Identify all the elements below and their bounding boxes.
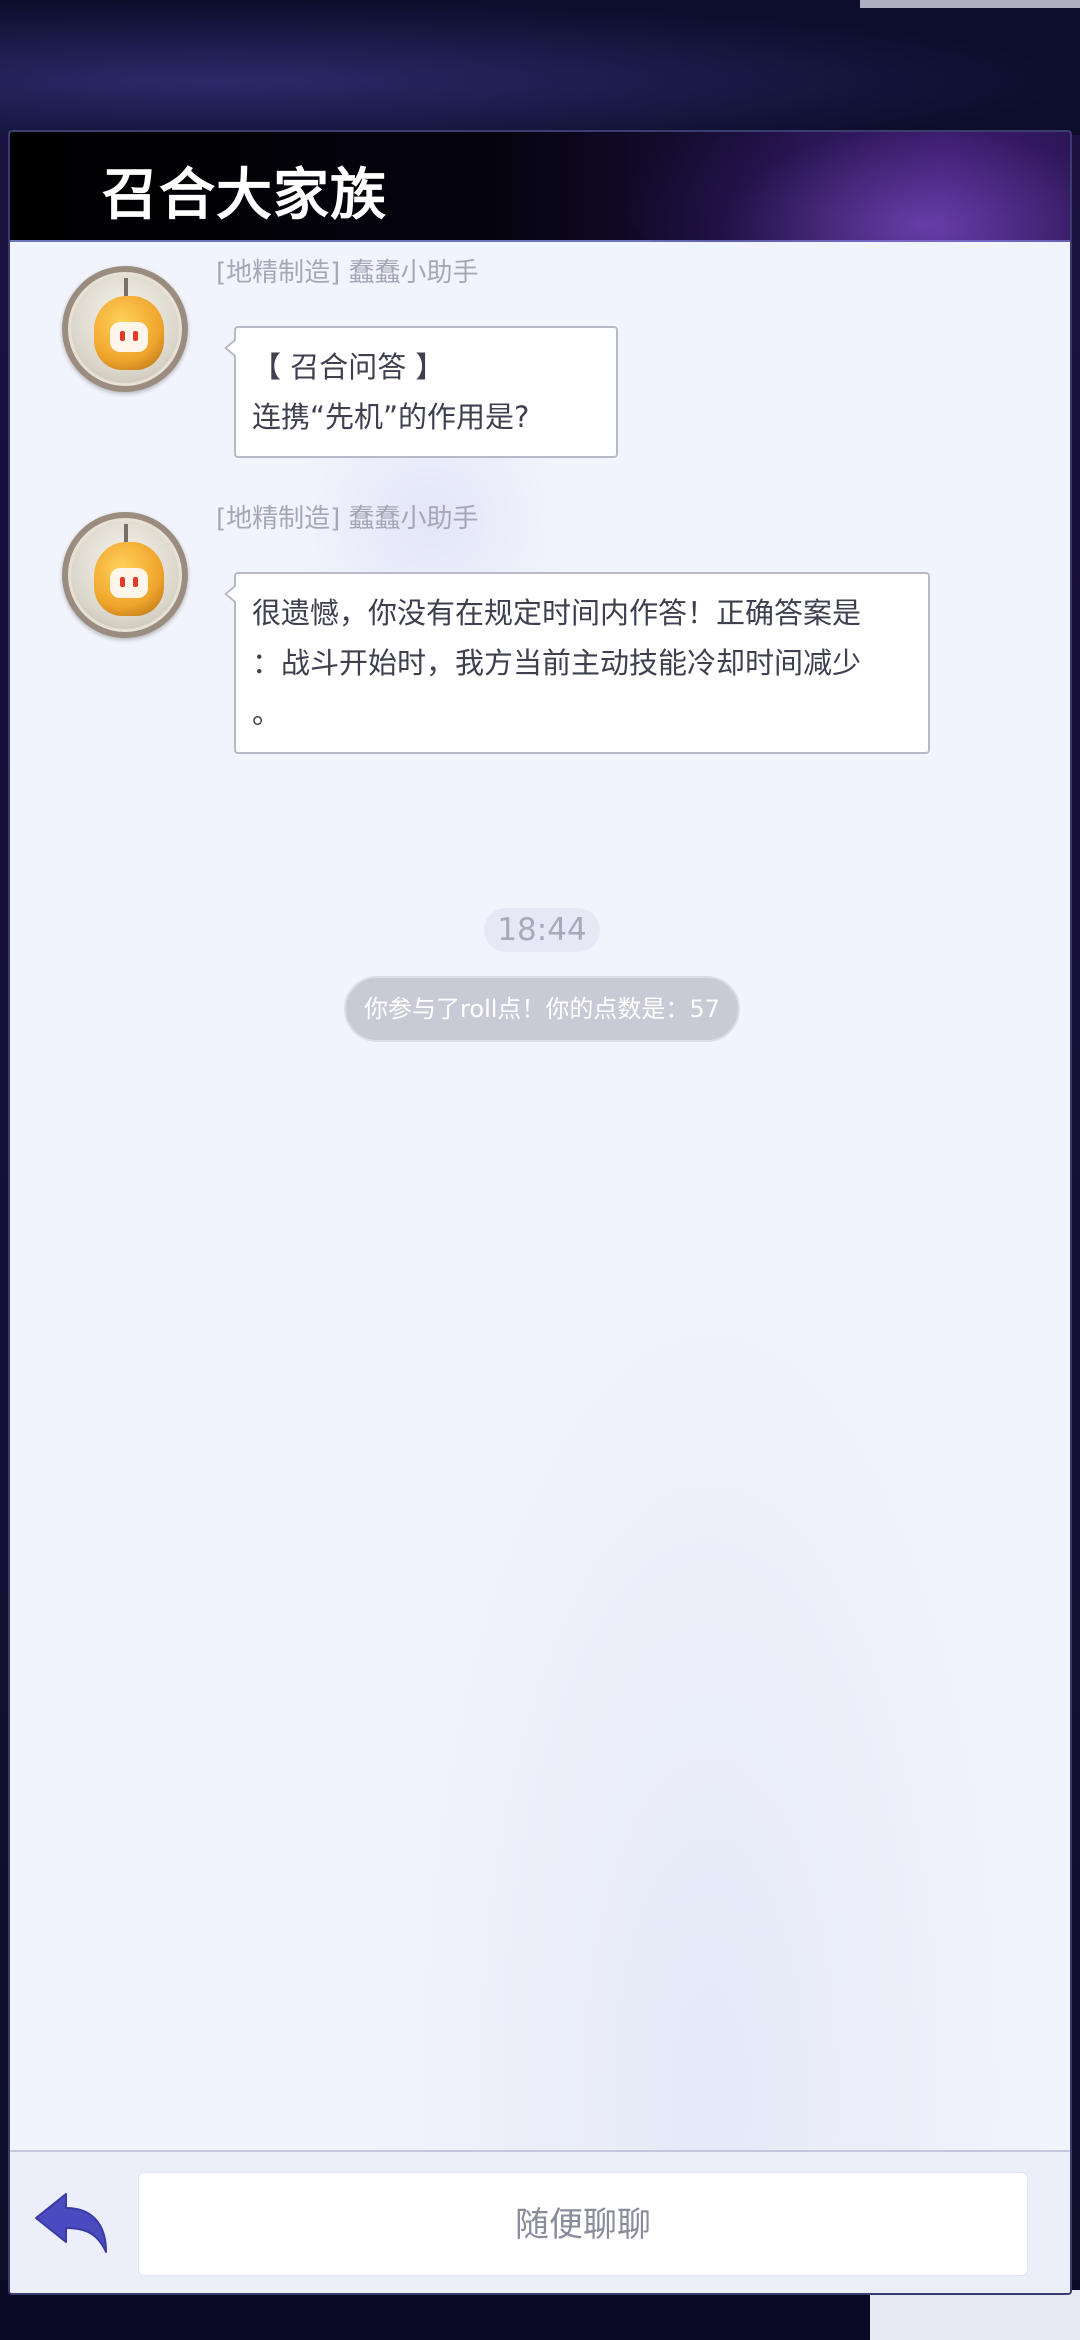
message-line: ：战斗开始时，我方当前主动技能冷却时间减少 (252, 646, 862, 680)
chat-input-bar: 随便聊聊 (10, 2150, 1070, 2293)
message-timestamp: 18:44 (484, 908, 600, 952)
family-chat-panel: 召合大家族 [地精制造] 蠢蠢小助手 【 召合问答 】 连携“先机”的作用是? … (8, 130, 1072, 2295)
message-line: 连携“先机”的作用是? (252, 400, 530, 434)
chat-message-list[interactable]: [地精制造] 蠢蠢小助手 【 召合问答 】 连携“先机”的作用是? [地精制造]… (10, 242, 1070, 2152)
sender-name: [地精制造] 蠢蠢小助手 (216, 504, 479, 534)
system-message: 你参与了roll点！你的点数是：57 (344, 976, 740, 1042)
message-line: 很遗憾，你没有在规定时间内作答！正确答案是 (252, 596, 862, 630)
message-line: 【 召合问答 】 (252, 350, 445, 384)
sender-name: [地精制造] 蠢蠢小助手 (216, 258, 479, 288)
message-bubble[interactable]: 【 召合问答 】 连携“先机”的作用是? (224, 326, 618, 458)
chat-input-field[interactable]: 随便聊聊 (138, 2172, 1028, 2276)
panel-title: 召合大家族 (102, 162, 387, 228)
robot-avatar-icon[interactable] (62, 266, 188, 392)
message-line: 。 (252, 696, 282, 730)
message-bubble[interactable]: 很遗憾，你没有在规定时间内作答！正确答案是 ：战斗开始时，我方当前主动技能冷却时… (224, 572, 930, 754)
panel-header: 召合大家族 (10, 132, 1070, 292)
back-arrow-icon[interactable] (32, 2190, 112, 2260)
background-top (0, 0, 1080, 135)
robot-avatar-icon[interactable] (62, 512, 188, 638)
